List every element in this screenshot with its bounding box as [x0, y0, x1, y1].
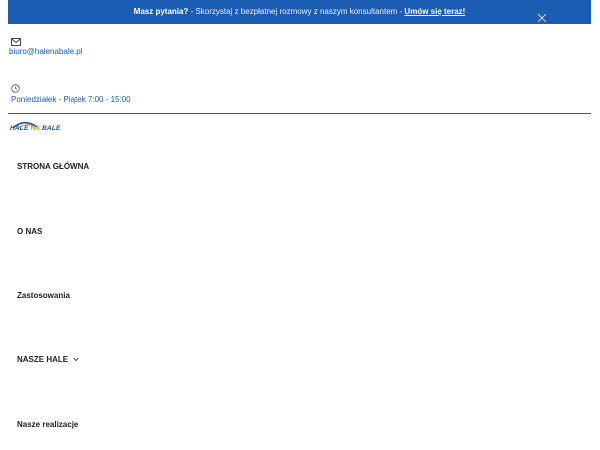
chevron-down-icon: [73, 355, 79, 364]
nav-item-realizations[interactable]: Nasze realizacje: [17, 420, 78, 429]
logo-part-1: HALE: [10, 125, 31, 132]
logo-part-2: NA: [30, 125, 41, 132]
banner-cta-link[interactable]: Umów się teraz!: [404, 7, 465, 16]
nav-item-about[interactable]: O NAS: [17, 227, 42, 236]
logo-text: HALE NA BALE: [10, 125, 61, 132]
logo-part-3: BALE: [40, 125, 61, 132]
nav-item-home[interactable]: STRONA GŁÓWNA: [17, 162, 89, 171]
nav-item-our-halls[interactable]: NASZE HALE: [17, 355, 79, 364]
header-divider: [8, 113, 591, 114]
banner-message: Skorzystaj z bezpłatnej rozmowy z naszym…: [195, 7, 398, 16]
banner-separator-2: -: [397, 7, 405, 16]
banner-question: Masz pytania?: [133, 7, 189, 16]
opening-hours: Poniedziałek - Piątek 7:00 - 15:00: [11, 95, 131, 104]
close-icon[interactable]: [537, 13, 547, 23]
logo[interactable]: HALE NA BALE: [10, 116, 62, 134]
nav-item-our-halls-label: NASZE HALE: [17, 355, 69, 364]
nav-item-applications[interactable]: Zastosowania: [17, 291, 70, 300]
email-link[interactable]: biuro@halenabale.pl: [9, 47, 83, 56]
top-banner: Masz pytania? - Skorzystaj z bezpłatnej …: [8, 0, 591, 24]
